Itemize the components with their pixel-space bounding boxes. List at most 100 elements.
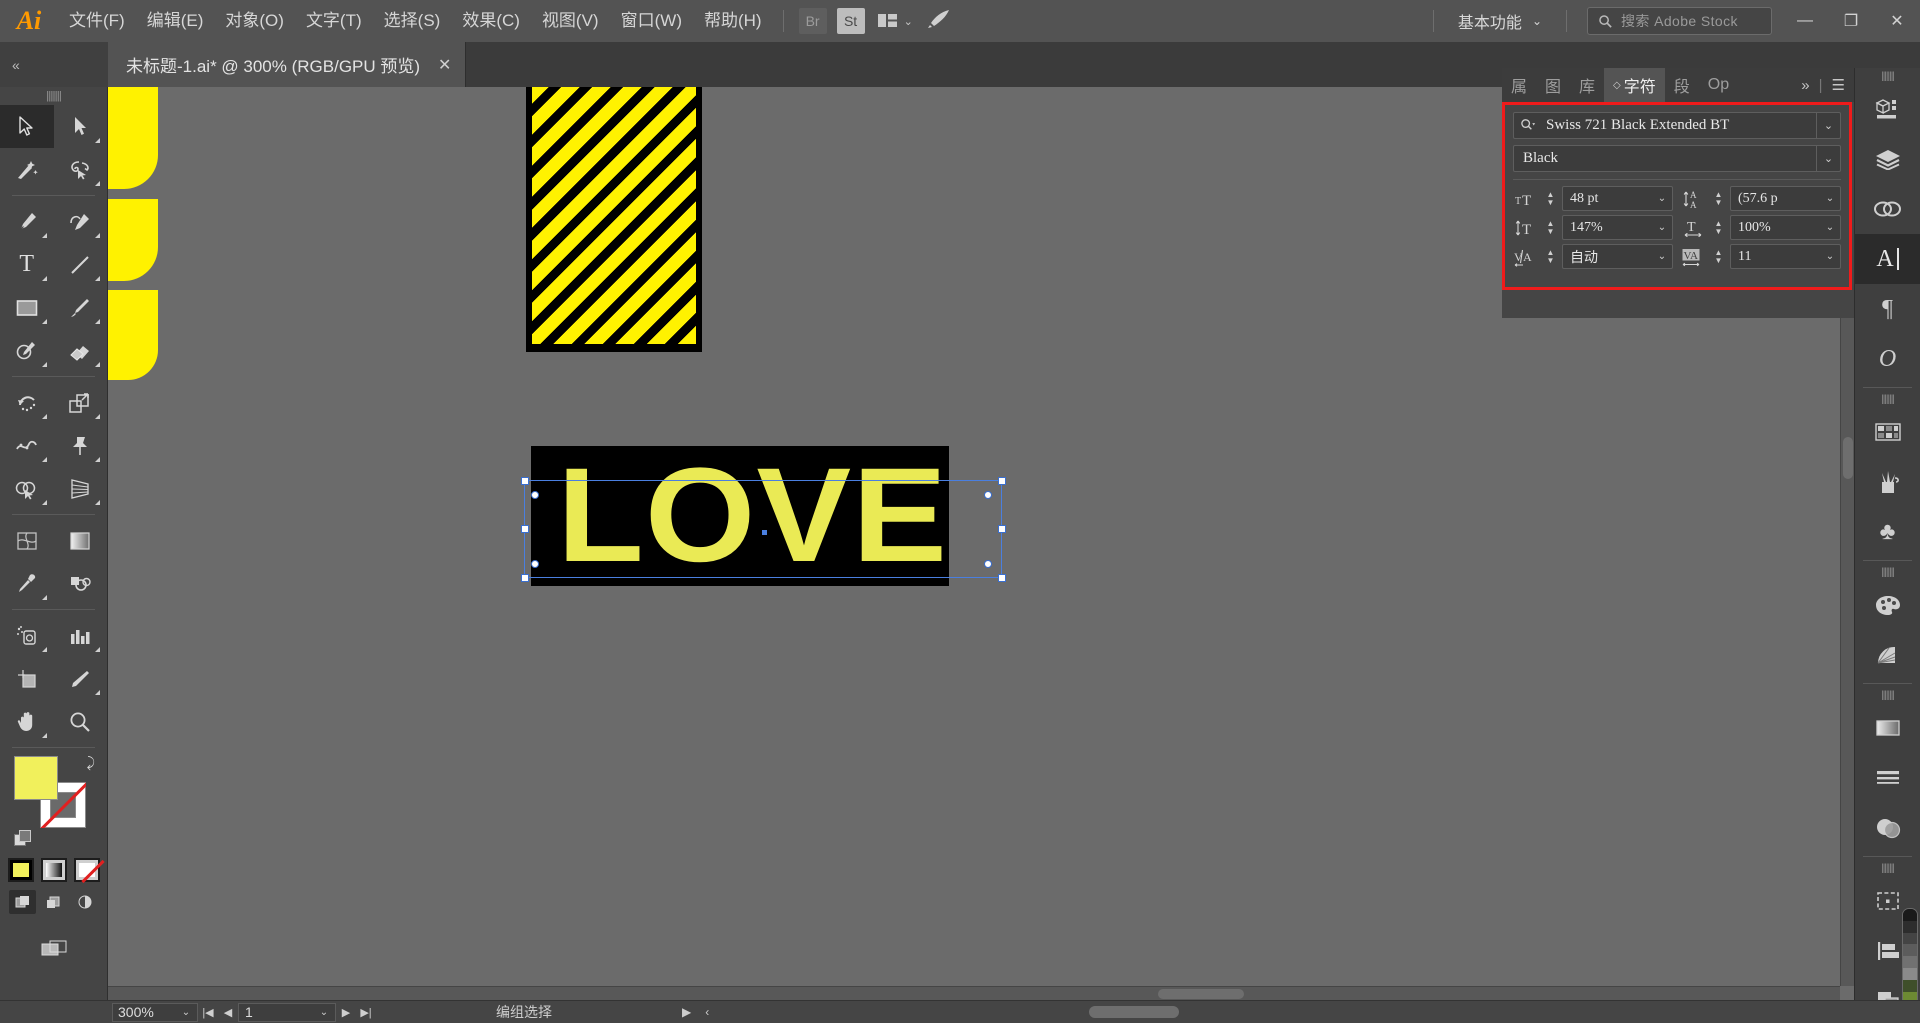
tab-paragraph[interactable]: 段 (1665, 68, 1699, 102)
dock-opacity-icon[interactable]: O (1855, 334, 1920, 384)
adobe-stock-search[interactable]: 搜索 Adobe Stock (1587, 7, 1772, 35)
tab-layers[interactable]: 图 (1536, 68, 1570, 102)
fill-swatch[interactable] (14, 756, 58, 800)
tool-rectangle[interactable] (0, 286, 54, 329)
horizontal-scale-stepper[interactable]: ▲ ▼ (1711, 220, 1726, 236)
close-button[interactable]: ✕ (1874, 0, 1920, 42)
chevron-down-icon[interactable]: ⌄ (1652, 222, 1672, 233)
status-scroll-thumb[interactable] (1089, 1005, 1180, 1018)
tool-selection[interactable] (0, 105, 54, 148)
tab-opacity[interactable]: Op (1699, 68, 1738, 102)
selection-anchor-bottomleft[interactable] (531, 560, 539, 568)
dock-color-guide-icon[interactable] (1855, 630, 1920, 680)
chevron-down-icon[interactable]: ⌄ (1820, 193, 1840, 204)
selection-handle-bottomleft[interactable] (521, 574, 529, 582)
status-scroll-area[interactable] (709, 1001, 1920, 1023)
tool-slice[interactable] (54, 657, 108, 700)
tool-free-transform[interactable] (54, 424, 108, 467)
tool-line-segment[interactable] (54, 243, 108, 286)
artwork-yellow-shape-3[interactable] (108, 290, 158, 380)
menu-file[interactable]: 文件(F) (58, 0, 136, 42)
chevron-down-icon[interactable]: ⌄ (1820, 251, 1840, 262)
draw-behind-button[interactable] (40, 890, 67, 914)
kerning-field[interactable]: 自动 ⌄ (1562, 244, 1673, 269)
tool-shaper[interactable] (0, 329, 54, 372)
tracking-stepper[interactable]: ▲ ▼ (1711, 249, 1726, 265)
document-tab[interactable]: 未标题-1.ai* @ 300% (RGB/GPU 预览) ✕ (108, 42, 467, 87)
selection-anchor-topright[interactable] (984, 491, 992, 499)
tool-perspective-grid[interactable] (54, 467, 108, 510)
artwork-yellow-shape-2[interactable] (108, 199, 158, 281)
dock-transparency-icon[interactable] (1855, 803, 1920, 853)
canvas-hscroll-thumb[interactable] (1158, 989, 1244, 999)
tool-eraser[interactable] (54, 329, 108, 372)
menu-view[interactable]: 视图(V) (531, 0, 610, 42)
kerning-stepper[interactable]: ▲ ▼ (1543, 249, 1558, 265)
menu-edit[interactable]: 编辑(E) (136, 0, 215, 42)
change-screen-mode-button[interactable] (37, 936, 71, 962)
artwork-striped-rectangle[interactable] (526, 87, 702, 352)
tool-symbol-sprayer[interactable] (0, 614, 54, 657)
minimize-button[interactable]: — (1782, 0, 1828, 42)
collapse-panel-button[interactable]: « (0, 42, 108, 87)
panel-overflow-icon[interactable]: » (1801, 77, 1809, 94)
tab-libraries[interactable]: 库 (1570, 68, 1604, 102)
toolbar-grip[interactable]: |||||||| (0, 87, 107, 105)
status-expand-icon[interactable]: ▶ (682, 1005, 691, 1019)
selection-handle-bottomright[interactable] (998, 574, 1006, 582)
draw-inside-button[interactable] (71, 890, 98, 914)
chevron-down-icon[interactable]: ⌄ (1816, 113, 1840, 138)
tool-paintbrush[interactable] (54, 286, 108, 329)
tab-character[interactable]: ◇ 字符 (1604, 68, 1665, 102)
canvas-horizontal-scrollbar[interactable] (108, 986, 1840, 1000)
leading-field[interactable]: (57.6 p ⌄ (1730, 186, 1841, 211)
selection-handle-topright[interactable] (998, 477, 1006, 485)
selection-anchor-bottomright[interactable] (984, 560, 992, 568)
selection-handle-right[interactable] (998, 525, 1006, 533)
tool-artboard[interactable] (0, 657, 54, 700)
artwork-yellow-shape-1[interactable] (108, 87, 158, 189)
chevron-down-icon[interactable]: ⌄ (1816, 146, 1840, 171)
default-fill-stroke-button[interactable] (14, 830, 34, 850)
tool-shape-builder[interactable] (0, 467, 54, 510)
font-style-field[interactable]: Black ⌄ (1513, 145, 1841, 172)
dock-grip-2[interactable]: |||||||| (1855, 391, 1920, 407)
tool-scale[interactable] (54, 381, 108, 424)
artboard-number-field[interactable]: 1 ⌄ (238, 1002, 336, 1022)
close-icon[interactable]: ✕ (438, 55, 451, 75)
chevron-down-icon[interactable]: ⌄ (1820, 222, 1840, 233)
next-artboard-button[interactable]: ▶ (336, 1006, 356, 1019)
menu-type[interactable]: 文字(T) (295, 0, 373, 42)
tool-curvature[interactable] (54, 200, 108, 243)
tool-type[interactable]: T (0, 243, 54, 286)
panel-menu-icon[interactable]: ☰ (1832, 76, 1845, 94)
tool-blend[interactable] (54, 562, 108, 605)
discover-rocket-icon[interactable] (927, 9, 951, 34)
dock-grip-5[interactable]: |||||||| (1855, 860, 1920, 876)
tool-column-graph[interactable] (54, 614, 108, 657)
dock-color-icon[interactable] (1855, 580, 1920, 630)
tool-width[interactable] (0, 424, 54, 467)
tool-hand[interactable] (0, 700, 54, 743)
prev-artboard-button[interactable]: ◀ (218, 1006, 238, 1019)
dock-libraries-icon[interactable] (1855, 184, 1920, 234)
canvas-vscroll-thumb[interactable] (1843, 437, 1853, 479)
maximize-restore-button[interactable]: ❐ (1828, 0, 1874, 42)
menu-select[interactable]: 选择(S) (373, 0, 452, 42)
dock-grip-4[interactable]: |||||||| (1855, 687, 1920, 703)
tracking-field[interactable]: 11 ⌄ (1730, 244, 1841, 269)
tool-lasso[interactable] (54, 148, 108, 191)
dock-swatches-icon[interactable] (1855, 407, 1920, 457)
tool-zoom[interactable] (54, 700, 108, 743)
tool-mesh[interactable] (0, 519, 54, 562)
leading-stepper[interactable]: ▲ ▼ (1711, 191, 1726, 207)
none-button[interactable] (73, 858, 100, 882)
dock-layers-icon[interactable] (1855, 134, 1920, 184)
color-button[interactable] (7, 858, 34, 882)
dock-brushes-icon[interactable] (1855, 457, 1920, 507)
font-size-stepper[interactable]: ▲ ▼ (1543, 191, 1558, 207)
bridge-icon[interactable]: Br (798, 8, 827, 34)
tool-gradient[interactable] (54, 519, 108, 562)
selection-anchor-topleft[interactable] (531, 491, 539, 499)
chevron-down-icon[interactable]: ⌄ (175, 1007, 197, 1018)
